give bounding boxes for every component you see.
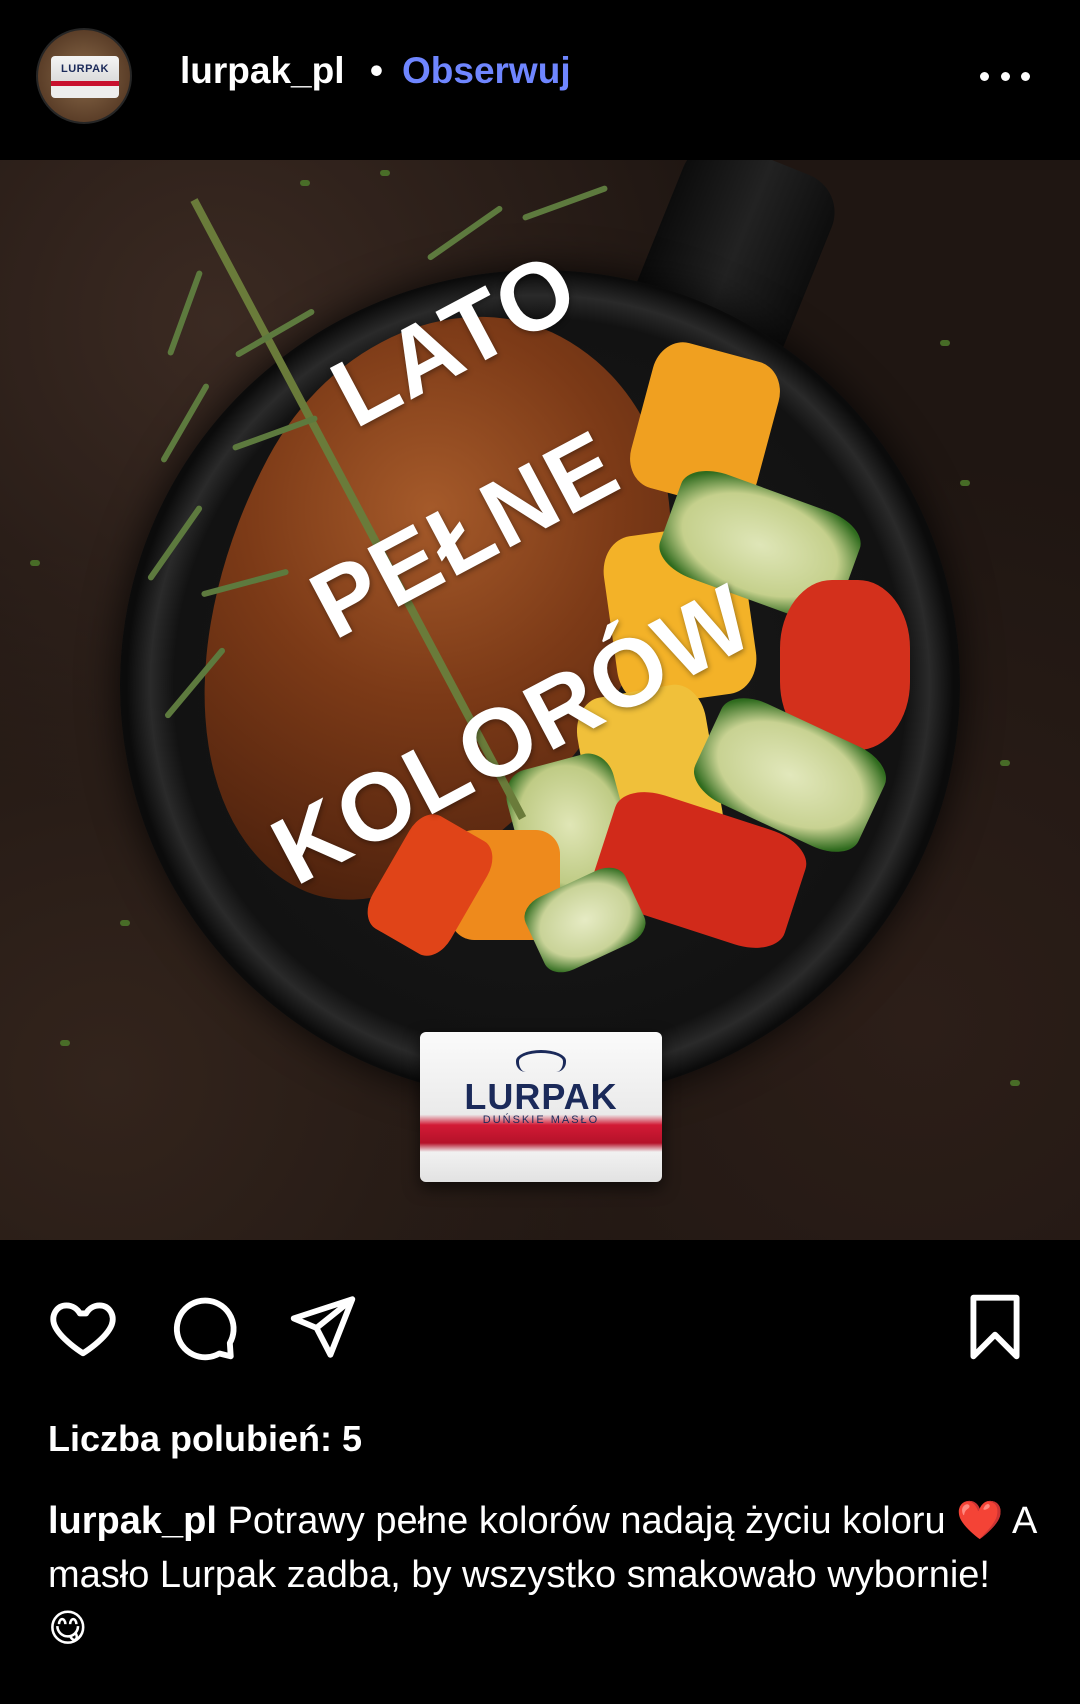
comment-icon[interactable]: [166, 1290, 240, 1364]
post-image[interactable]: LATO PEŁNE KOLORÓW LURPAK DUŃSKIE MASŁO: [0, 160, 1080, 1240]
herb-flake: [30, 560, 40, 566]
post-caption: lurpak_pl Potrawy pełne kolorów nadają ż…: [48, 1494, 1038, 1656]
herb-flake: [60, 1040, 70, 1046]
more-dot: [980, 71, 989, 81]
herb-flake: [1000, 760, 1010, 766]
bookmark-icon[interactable]: [958, 1290, 1032, 1364]
heart-icon[interactable]: [46, 1290, 120, 1364]
header-separator: •: [370, 50, 383, 91]
herb-flake: [380, 170, 390, 176]
follow-button[interactable]: Obserwuj: [402, 50, 571, 92]
caption-username[interactable]: lurpak_pl: [48, 1500, 217, 1542]
profile-avatar[interactable]: LURPAK: [36, 28, 132, 124]
package-subtitle: DUŃSKIE MASŁO: [482, 1114, 600, 1126]
likes-count[interactable]: Liczba polubień: 5: [48, 1418, 362, 1460]
header-username[interactable]: lurpak_pl: [180, 50, 345, 92]
herb-flake: [1010, 1080, 1020, 1086]
more-dot: [1021, 71, 1030, 81]
rosemary-needle: [426, 204, 504, 262]
herb-flake: [120, 920, 130, 926]
package-brand: LURPAK: [464, 1076, 618, 1117]
rosemary-needle: [166, 269, 204, 357]
herb-flake: [300, 180, 310, 186]
send-icon[interactable]: [286, 1290, 360, 1364]
post-header: LURPAK lurpak_pl • Obserwuj: [0, 0, 1080, 160]
action-bar: [0, 1290, 1080, 1370]
crest-icon: [516, 1050, 566, 1072]
avatar-brand-text: LURPAK: [60, 63, 109, 75]
butter-package: LURPAK DUŃSKIE MASŁO: [420, 1032, 662, 1182]
rosemary-needle: [521, 184, 609, 222]
more-dot: [1000, 71, 1010, 81]
more-options-icon[interactable]: [980, 56, 1030, 96]
herb-flake: [940, 340, 950, 346]
herb-flake: [960, 480, 970, 486]
